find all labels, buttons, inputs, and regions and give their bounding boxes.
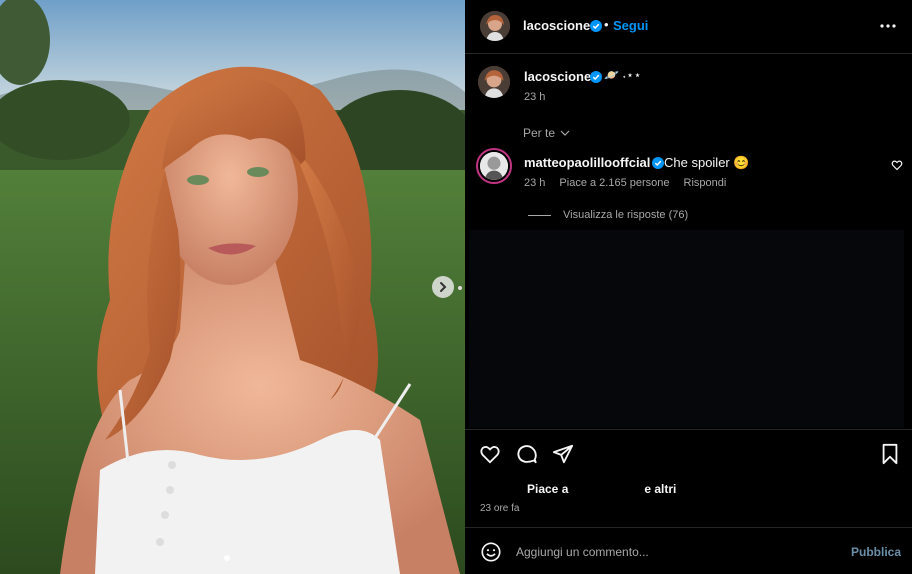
avatar-image [478, 66, 510, 98]
caption-timestamp: 23 h [524, 91, 546, 103]
comment-composer: Aggiungi un commento... Pubblica [465, 527, 912, 574]
comment-timestamp: 23 h [524, 177, 546, 189]
caption-username[interactable]: lacoscione [524, 69, 591, 84]
carousel-dot-active [224, 555, 230, 561]
post-details-panel: lacoscione • Segui lacoscione 🪐 ˖⋆⋆ 23 h… [465, 0, 912, 574]
chevron-right-icon [440, 282, 447, 292]
caption-author-avatar[interactable] [478, 66, 510, 98]
author-username[interactable]: lacoscione [523, 18, 590, 33]
comments-filter-label: Per te [523, 126, 556, 140]
commenter-username[interactable]: matteopaolillooffcial [524, 155, 650, 170]
likes-suffix: e altri [644, 482, 677, 496]
view-replies-label: Visualizza le risposte (76) [563, 209, 689, 221]
author-avatar[interactable] [480, 11, 510, 41]
comment-bubble-icon[interactable] [516, 443, 538, 465]
comment-media-placeholder [469, 230, 904, 428]
post-date: 23 ore fa [480, 503, 520, 514]
verified-badge-icon [590, 20, 602, 32]
carousel-indicator-dot [458, 286, 462, 290]
comment-text: Che spoiler 😊 [664, 155, 750, 170]
avatar-image [480, 11, 510, 41]
comment-input[interactable]: Aggiungi un commento... [516, 545, 816, 559]
avatar-image [480, 152, 508, 180]
share-send-icon[interactable] [552, 443, 574, 465]
comment-like-heart-icon[interactable] [891, 159, 903, 171]
comment-likes-count[interactable]: Piace a 2.165 persone [559, 177, 669, 189]
more-horizontal-icon[interactable] [879, 17, 897, 35]
emoji-smiley-icon[interactable] [480, 541, 502, 563]
like-heart-icon[interactable] [479, 443, 501, 465]
comment-meta: 23 h Piace a 2.165 persone Rispondi [524, 177, 726, 189]
likes-prefix: Piace a [527, 482, 569, 496]
chevron-down-icon [560, 130, 570, 136]
publish-button[interactable]: Pubblica [851, 545, 901, 559]
view-replies-line [528, 214, 551, 216]
carousel-dots [224, 555, 230, 561]
verified-badge-icon [590, 71, 602, 83]
comments-filter-dropdown[interactable]: Per te [523, 126, 570, 140]
view-replies-button[interactable]: Visualizza le risposte (76) [528, 209, 688, 221]
caption-text: 🪐 ˖⋆⋆ [604, 68, 642, 82]
post-header: lacoscione • Segui [465, 0, 912, 54]
follow-button[interactable]: Segui [613, 18, 648, 33]
likes-summary[interactable]: Piace a e altri [527, 482, 676, 496]
post-photo [0, 0, 465, 574]
separator-dot: • [604, 17, 609, 32]
verified-badge-icon [652, 157, 664, 169]
next-photo-button[interactable] [432, 276, 454, 298]
bookmark-icon[interactable] [879, 443, 901, 465]
reply-button[interactable]: Rispondi [684, 177, 727, 189]
post-media[interactable] [0, 0, 465, 574]
post-actions: Piace a e altri 23 ore fa [465, 429, 912, 527]
commenter-avatar[interactable] [476, 148, 512, 184]
